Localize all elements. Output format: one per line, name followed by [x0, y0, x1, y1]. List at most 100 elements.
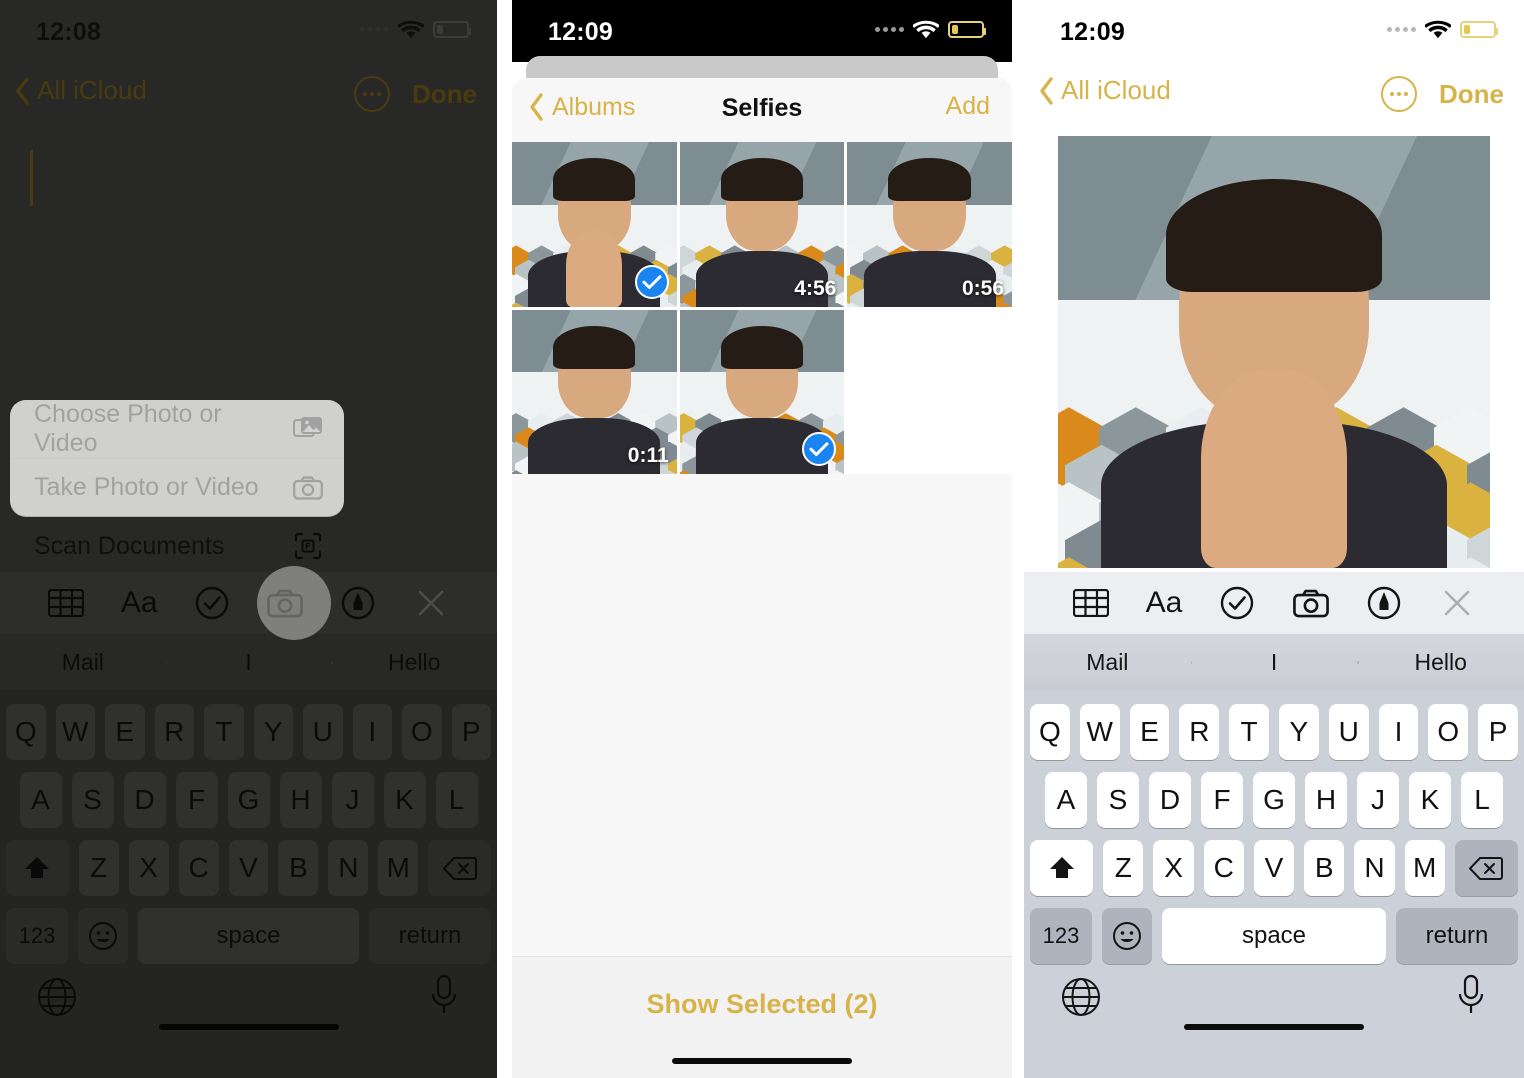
key-y[interactable]: Y — [1279, 704, 1319, 760]
key-x[interactable]: X — [128, 840, 169, 896]
key-j[interactable]: J — [331, 772, 374, 828]
key-e[interactable]: E — [105, 704, 145, 760]
key-m[interactable]: M — [378, 840, 419, 896]
emoji-smiley-icon[interactable] — [1102, 908, 1152, 964]
key-i[interactable]: I — [1378, 704, 1419, 760]
key-i[interactable]: I — [352, 704, 392, 760]
key-w[interactable]: W — [1079, 704, 1120, 760]
key-d[interactable]: D — [123, 772, 166, 828]
key-s[interactable]: S — [71, 772, 114, 828]
menu-item-take-photo-or-video[interactable]: Take Photo or Video — [10, 458, 344, 516]
camera-icon[interactable] — [263, 583, 307, 623]
globe-icon[interactable] — [36, 976, 78, 1018]
inserted-photo[interactable] — [1058, 136, 1490, 568]
key-f[interactable]: F — [175, 772, 218, 828]
key-u[interactable]: U — [303, 704, 343, 760]
key-c[interactable]: C — [178, 840, 219, 896]
return-key[interactable]: return — [1396, 908, 1518, 964]
key-k[interactable]: K — [1409, 772, 1451, 828]
key-z[interactable]: Z — [1103, 840, 1144, 896]
key-l[interactable]: L — [1461, 772, 1503, 828]
key-c[interactable]: C — [1203, 840, 1244, 896]
markup-pen-icon[interactable] — [336, 583, 380, 623]
menu-item-choose-photo-or-video[interactable]: Choose Photo or Video — [10, 400, 344, 458]
key-v[interactable]: V — [228, 840, 269, 896]
prediction-3[interactable]: Hello — [331, 649, 497, 676]
prediction-2[interactable]: I — [1190, 649, 1358, 676]
prediction-1[interactable]: Mail — [1024, 649, 1191, 676]
shift-key[interactable] — [1030, 840, 1094, 896]
done-button[interactable]: Done — [1439, 79, 1504, 110]
key-h[interactable]: H — [279, 772, 322, 828]
key-d[interactable]: D — [1149, 772, 1191, 828]
shift-key[interactable] — [6, 840, 69, 896]
numbers-key[interactable]: 123 — [1030, 908, 1092, 964]
prediction-3[interactable]: Hello — [1357, 649, 1524, 676]
close-icon[interactable] — [1435, 583, 1479, 623]
key-b[interactable]: B — [278, 840, 319, 896]
key-z[interactable]: Z — [78, 840, 119, 896]
photo-thumbnail[interactable]: 4:56 — [679, 142, 845, 307]
ellipsis-circle-icon[interactable] — [354, 76, 390, 112]
key-o[interactable]: O — [402, 704, 442, 760]
photo-thumbnail[interactable]: 0:56 — [847, 142, 1012, 307]
photo-thumbnail[interactable]: 0:11 — [512, 309, 677, 475]
key-l[interactable]: L — [435, 772, 478, 828]
photo-thumbnail[interactable] — [679, 309, 845, 475]
key-p[interactable]: P — [1478, 704, 1518, 760]
backspace-key[interactable] — [1454, 840, 1518, 896]
table-icon[interactable] — [1069, 583, 1113, 623]
key-q[interactable]: Q — [6, 704, 46, 760]
key-t[interactable]: T — [204, 704, 244, 760]
key-w[interactable]: W — [55, 704, 95, 760]
key-r[interactable]: R — [1179, 704, 1220, 760]
key-r[interactable]: R — [154, 704, 194, 760]
show-selected-button[interactable]: Show Selected (2) — [512, 957, 1012, 1020]
globe-icon[interactable] — [1060, 976, 1102, 1018]
key-g[interactable]: G — [227, 772, 270, 828]
key-s[interactable]: S — [1097, 772, 1139, 828]
backspace-key[interactable] — [428, 840, 491, 896]
text-format-icon[interactable]: Aa — [1142, 583, 1186, 623]
checklist-icon[interactable] — [1215, 583, 1259, 623]
checklist-icon[interactable] — [190, 583, 234, 623]
text-format-icon[interactable]: Aa — [117, 583, 161, 623]
return-key[interactable]: return — [369, 908, 491, 964]
camera-icon[interactable] — [1289, 583, 1333, 623]
key-v[interactable]: V — [1253, 840, 1295, 896]
photo-thumbnail[interactable] — [512, 142, 677, 307]
prediction-1[interactable]: Mail — [0, 649, 166, 676]
space-key[interactable]: space — [138, 908, 359, 964]
key-y[interactable]: Y — [253, 704, 293, 760]
key-n[interactable]: N — [1354, 840, 1395, 896]
key-m[interactable]: M — [1404, 840, 1445, 896]
numbers-key[interactable]: 123 — [6, 908, 68, 964]
done-button[interactable]: Done — [412, 79, 477, 110]
key-e[interactable]: E — [1129, 704, 1170, 760]
close-icon[interactable] — [409, 583, 453, 623]
table-icon[interactable] — [44, 583, 88, 623]
add-button[interactable]: Add — [946, 92, 990, 121]
key-j[interactable]: J — [1357, 772, 1399, 828]
space-key[interactable]: space — [1162, 908, 1386, 964]
back-to-all-icloud-button[interactable]: All iCloud — [1038, 75, 1171, 106]
back-to-all-icloud-button[interactable]: All iCloud — [14, 75, 147, 106]
microphone-icon[interactable] — [427, 974, 461, 1018]
microphone-icon[interactable] — [1454, 974, 1488, 1018]
key-u[interactable]: U — [1328, 704, 1369, 760]
emoji-smiley-icon[interactable] — [78, 908, 128, 964]
key-k[interactable]: K — [383, 772, 426, 828]
key-o[interactable]: O — [1428, 704, 1469, 760]
key-b[interactable]: B — [1304, 840, 1345, 896]
prediction-2[interactable]: I — [165, 649, 332, 676]
key-a[interactable]: A — [1045, 772, 1087, 828]
key-t[interactable]: T — [1229, 704, 1269, 760]
key-a[interactable]: A — [19, 772, 62, 828]
key-x[interactable]: X — [1153, 840, 1194, 896]
ellipsis-circle-icon[interactable] — [1381, 76, 1417, 112]
key-n[interactable]: N — [328, 840, 369, 896]
key-h[interactable]: H — [1305, 772, 1347, 828]
key-f[interactable]: F — [1201, 772, 1243, 828]
key-q[interactable]: Q — [1030, 704, 1070, 760]
key-p[interactable]: P — [451, 704, 491, 760]
